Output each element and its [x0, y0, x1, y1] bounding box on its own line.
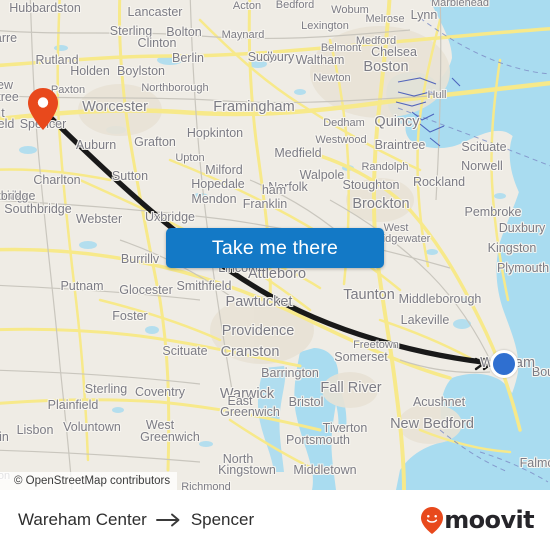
moovit-route-screenshot: Hubbardston Lancaster Acton Bedford Wobum Mel…	[0, 0, 550, 550]
map-pin-destination[interactable]	[28, 88, 58, 130]
origin-label: Wareham Center	[18, 510, 147, 529]
map-marker-origin[interactable]	[490, 350, 518, 378]
map-canvas[interactable]: Hubbardston Lancaster Acton Bedford Wobum Mel…	[0, 0, 550, 490]
moovit-wordmark: moovit	[444, 506, 534, 534]
arrow-right-icon	[155, 513, 180, 527]
footer-bar: Wareham Center Spencer moovit	[0, 490, 550, 550]
moovit-logo[interactable]: moovit	[421, 506, 535, 534]
take-me-there-button[interactable]: Take me there	[166, 228, 384, 268]
map-pin-icon	[28, 88, 58, 130]
moovit-pin-icon	[421, 506, 444, 534]
route-summary: Wareham Center Spencer	[18, 510, 254, 530]
map-attribution[interactable]: © OpenStreetMap contributors	[0, 472, 178, 490]
destination-label: Spencer	[190, 510, 255, 529]
